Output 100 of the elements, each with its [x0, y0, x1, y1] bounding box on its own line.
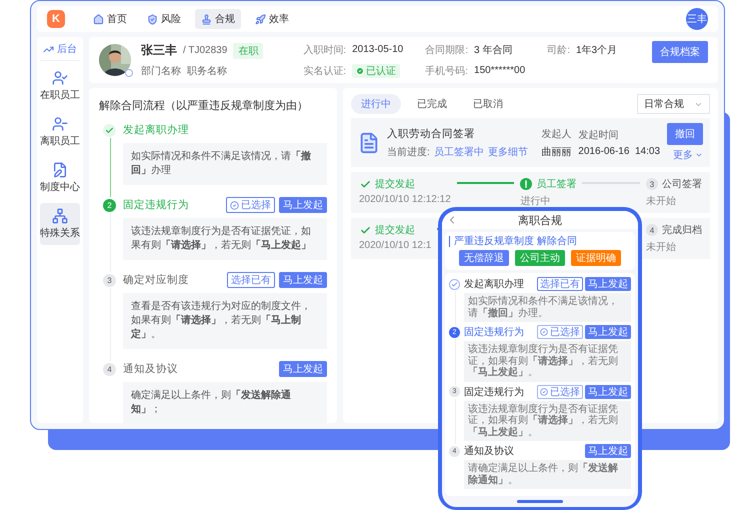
field-label: 手机号码: — [425, 64, 468, 78]
exclamation-icon — [520, 178, 532, 190]
user-avatar[interactable]: 三丰 — [686, 8, 708, 30]
step-number: 4 — [646, 224, 658, 236]
progress-value: 员工签署中 — [434, 146, 484, 158]
step-description: 如实际情况和条件不满足该情况，请「撤回」办理 — [123, 143, 327, 185]
progress-detail: 2020/10/10 12:1 — [359, 240, 432, 251]
step-button[interactable]: 马上发起 — [585, 277, 631, 291]
field-value: 3 年合同 — [474, 44, 512, 56]
check-circle-icon — [230, 200, 239, 210]
step-button[interactable]: 已选择 — [537, 325, 583, 339]
progress-label: 公司签署 — [662, 178, 702, 191]
connector-line — [456, 182, 514, 184]
step-description: 如实际情况和条件不满足该情况，请「撤回」办理。 — [464, 293, 631, 322]
field-label: 司龄: — [547, 44, 570, 56]
check-circle-icon — [540, 328, 548, 336]
check-circle-icon — [356, 66, 364, 74]
document-pen-icon — [52, 162, 68, 178]
step-description: 请确定满足以上条件，则「发送解除通知」。 — [464, 460, 631, 489]
person-check-icon — [52, 70, 68, 86]
withdraw-button[interactable]: 撤回 — [667, 123, 703, 145]
rocket-icon — [255, 14, 266, 24]
check-icon — [359, 224, 371, 236]
progress-label: 提交发起 — [375, 178, 416, 191]
check-icon — [359, 178, 371, 190]
step-title: 发起离职办理 — [464, 278, 525, 291]
sidebar-item[interactable]: 制度中心 — [40, 157, 80, 199]
sidebar-item[interactable]: 离职员工 — [40, 111, 80, 153]
document-icon — [358, 132, 380, 154]
field-label: 入职时间: — [303, 44, 346, 56]
step-description: 该违法规章制度行为是否有证据凭证，如果有则「请选择」，若无则「马上发起」 — [123, 218, 327, 260]
field-value: 150******00 — [474, 65, 526, 76]
step-description: 确定满足以上条件，则「发送解除通知」； — [123, 382, 327, 424]
home-bar[interactable] — [517, 500, 563, 503]
chevron-down-icon — [695, 151, 703, 159]
logo: K — [47, 10, 65, 28]
contract-title: 入职劳动合同签署 — [387, 126, 476, 140]
step-button[interactable]: 马上发起 — [585, 325, 631, 339]
step-number: 2 — [103, 198, 116, 212]
step-button[interactable]: 选择已有 — [227, 272, 275, 288]
sidebar-item[interactable]: 在职员工 — [40, 65, 80, 107]
tab[interactable]: 已取消 — [463, 94, 513, 114]
step-title: 通知及协议 — [464, 444, 515, 458]
field-label: 实名认证: — [303, 64, 346, 78]
nav-item[interactable]: 首页 — [87, 9, 133, 29]
initiator-name: 曲丽丽 — [541, 146, 572, 158]
progress-detail: 未开始 — [646, 240, 677, 254]
home-icon — [93, 14, 104, 24]
step-button[interactable]: 马上发起 — [279, 361, 327, 377]
step-button[interactable]: 选择已有 — [537, 277, 583, 291]
check-icon — [103, 124, 116, 136]
sidebar-item[interactable]: 特殊关系 — [40, 203, 80, 245]
step-number: 3 — [103, 274, 116, 286]
person-minus-icon — [52, 116, 68, 132]
tab[interactable]: 进行中 — [351, 94, 401, 114]
step-button[interactable]: 已选择 — [226, 197, 275, 213]
case-heading: 严重违反规章制度 解除合同 — [449, 236, 631, 247]
step-button[interactable]: 已选择 — [537, 384, 583, 398]
department: 部门名称 — [141, 64, 181, 78]
employee-name: 张三丰 — [141, 42, 177, 59]
step-number: 3 — [646, 178, 658, 190]
initiator-label: 发起人 — [541, 128, 572, 140]
nav-item[interactable]: 风险 — [141, 9, 187, 29]
verified-tag: 已认证 — [352, 64, 400, 78]
step-button[interactable]: 马上发起 — [585, 444, 631, 458]
sidebar-header: 后台 — [57, 42, 77, 56]
progress-detail: 进行中 — [520, 194, 552, 208]
tag: 公司主动 — [515, 250, 565, 266]
tag: 证据明确 — [571, 250, 621, 266]
nav-item[interactable]: 效率 — [249, 9, 295, 29]
details-link[interactable]: 更多细节 — [488, 144, 528, 158]
step-button[interactable]: 马上发起 — [279, 197, 327, 213]
field-label: 合同期限: — [425, 44, 468, 56]
progress-detail: 2020/10/10 12:12:12 — [359, 194, 451, 205]
shield-icon — [147, 14, 158, 24]
employee-id: / TJ02839 — [183, 45, 228, 56]
flow-title: 解除合同流程（以严重违反规章制度为由） — [99, 98, 309, 113]
archive-button[interactable]: 合规档案 — [652, 41, 708, 63]
step-button[interactable]: 马上发起 — [585, 384, 631, 398]
step-title: 确定对应制度 — [123, 273, 190, 287]
time-label: 发起时间 — [578, 128, 620, 142]
network-icon — [52, 208, 68, 224]
more-link[interactable]: 更多 — [673, 148, 703, 162]
tag: 无偿辞退 — [459, 250, 509, 266]
badge-icon — [125, 69, 133, 77]
step-title: 固定违规行为 — [464, 326, 525, 339]
tab[interactable]: 已完成 — [407, 94, 457, 114]
stamp-icon — [201, 14, 212, 24]
step-button[interactable]: 马上发起 — [279, 272, 327, 288]
progress-label: 提交发起 — [375, 224, 416, 237]
progress-caption: 当前进度: — [387, 146, 430, 158]
start-time: 2016-06-16 14:03 — [578, 146, 660, 157]
phone-title: 离职合规 — [517, 214, 563, 228]
check-circle-icon — [540, 388, 548, 396]
nav-item[interactable]: 合规 — [195, 9, 241, 29]
filter-dropdown[interactable]: 日常合规 — [637, 94, 710, 114]
step-title: 固定违规行为 — [123, 198, 190, 212]
step-description: 该违法规章制度行为是否有证据凭证，如果有则「请选择」，若无则「马上发起」。 — [464, 341, 631, 382]
status-tag: 在职 — [233, 42, 264, 58]
progress-label: 完成归档 — [662, 224, 702, 237]
